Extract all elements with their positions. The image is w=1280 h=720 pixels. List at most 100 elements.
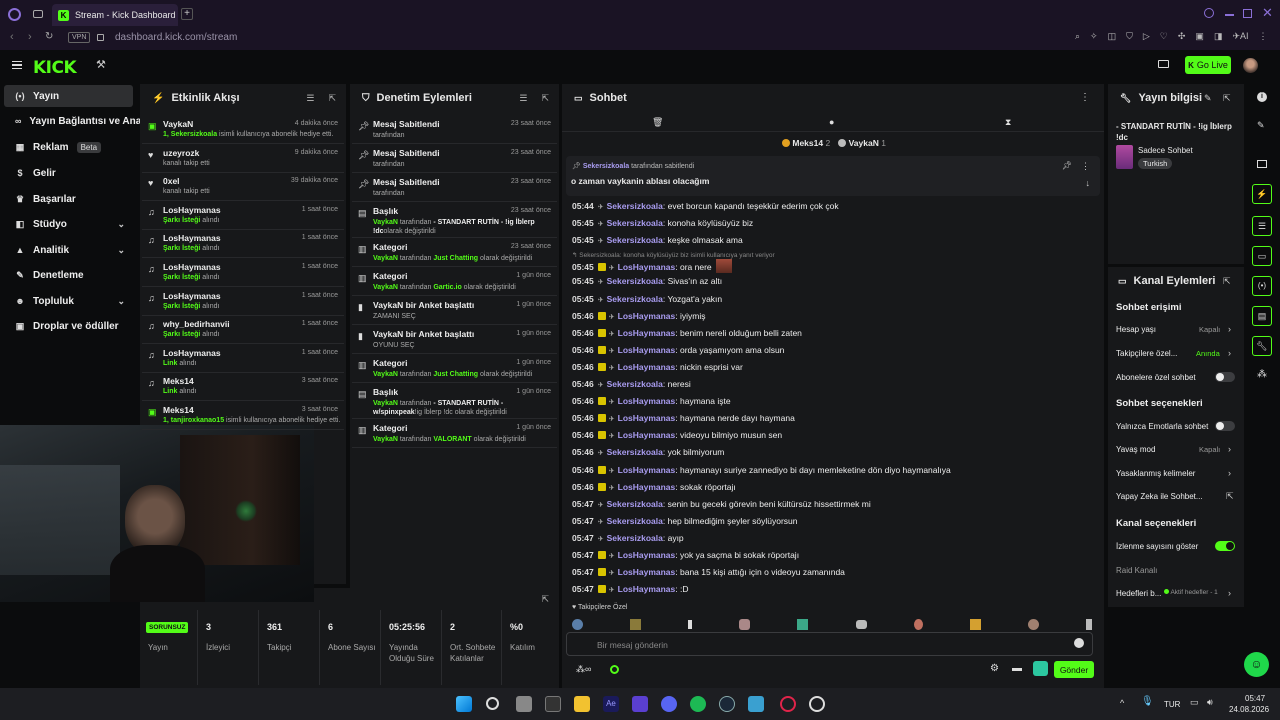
save-icon[interactable]: ◨ [1214,31,1223,42]
sidebar-item[interactable]: ♛ Başarılar [4,188,133,210]
moderation-item[interactable]: ▮ VaykaN bir Anket başlattı ZAMANI SEÇ 1 gü… [352,297,557,325]
sidebar-item[interactable]: $ Gelir [4,162,133,184]
activity-item[interactable]: ♫ why_bedirhanvii Şarkı İsteği alındı 1 saa… [142,316,344,345]
popout-icon[interactable]: ⇱ [328,93,336,104]
account-age-setting[interactable]: Hesap yaşı [1116,325,1156,334]
chat-username[interactable]: LosHaymanas [618,362,676,372]
back-icon[interactable]: ‹ [10,31,14,43]
windows-start-icon[interactable] [456,696,472,712]
shield-icon[interactable]: ⛉ [1126,31,1133,42]
chat-username[interactable]: Sekersizkoala [607,218,663,228]
moderation-item[interactable]: ▤ Başlık VaykaN tarafından - STANDART RUTİ… [352,384,557,419]
opera-gx-icon[interactable] [780,696,796,712]
chat-username[interactable]: LosHaymanas [618,482,676,492]
emote-icon[interactable] [688,619,693,629]
chat-message[interactable]: 05:45 ✈ Sekersizkoala: keşke olmasak ama [572,235,743,245]
info-icon[interactable]: i [1257,92,1267,102]
send-button[interactable]: Gönder [1054,661,1094,678]
forward-icon[interactable]: › [28,31,32,43]
sidebar-item[interactable]: ∞ Yayın Bağlantısı ve Anahtarı [4,110,163,132]
chat-options-icon[interactable]: ▬ [1012,663,1022,674]
new-tab-button[interactable]: + [181,8,193,20]
emote-icon[interactable] [739,618,751,630]
close-window-button[interactable]: ✕ [1262,5,1273,21]
chat-username[interactable]: Sekersizkoala [607,533,663,543]
mic-icon[interactable]: 🎙︎ [1141,696,1154,707]
emote-icon[interactable] [630,618,642,630]
kick-logo[interactable]: KICK [33,58,77,78]
minimize-button[interactable] [1225,14,1234,16]
emote-icon[interactable] [913,618,923,630]
chat-username[interactable]: LosHaymanas [618,550,676,560]
chat-username[interactable]: LosHaymanas [618,311,676,321]
chevron-right-icon[interactable]: › [1228,468,1231,478]
language-indicator[interactable]: TUR [1164,700,1180,709]
emote-icon[interactable] [572,618,583,630]
activity-item[interactable]: ▣ VaykaN 1, Sekersizkoala isimli kullanıcı… [142,116,344,144]
activity-item[interactable]: ♫ LosHaymanas Şarkı İsteği alındı 1 saat ön… [142,259,344,287]
chat-message[interactable]: 05:44 ✈ Sekersizkoala: evet borcun kapandı… [572,201,839,211]
moderation-item[interactable]: ▥ Kategori VaykaN tarafından Just Chatting… [352,355,557,383]
show-viewers-toggle[interactable] [1215,541,1235,551]
chat-username[interactable]: Sekersizkoala [607,201,663,211]
popout-icon[interactable]: ⇱ [1223,276,1231,287]
chat-username[interactable]: Sekersizkoala [607,235,663,245]
spotify-icon[interactable] [690,696,706,712]
unpin-icon[interactable]: 📌︎ [1062,161,1072,170]
chat-username[interactable]: Sekersizkoala [607,499,663,509]
sidebar-item[interactable]: ▲ Analitik ⌄ [4,239,133,261]
tools-icon[interactable]: ⚒ [96,58,106,71]
camera-icon[interactable]: ◫ [1108,31,1117,42]
emote-icon[interactable] [855,619,867,629]
chat-message[interactable]: 05:46 ✈ LosHaymanas: nickin esprisi var [572,362,743,372]
add-widget-icon[interactable]: ⁂ [1257,369,1267,380]
chat-username[interactable]: Sekersizkoala [607,516,663,526]
tray-chevron-icon[interactable]: ^ [1120,698,1124,708]
activity-item[interactable]: ♫ LosHaymanas Şarkı İsteği alındı 1 saat ön… [142,230,344,259]
activity-item[interactable]: ▣ Meks14 1, tanjiroxkanao15 isimli kullanı… [142,402,344,430]
chat-message[interactable]: 05:46 ✈ LosHaymanas: videoyu bilmiyo musun… [572,430,782,440]
help-button[interactable]: ☺ [1244,652,1269,677]
banned-words-setting[interactable]: Yasaklanmış kelimeler [1116,469,1195,478]
clock-time[interactable]: 05:47 [1245,694,1265,703]
zoom-icon[interactable]: ⌕ [1075,31,1080,42]
filter-icon[interactable]: ☰ [306,93,314,104]
moderation-item[interactable]: ▥ Kategori VaykaN tarafından VALORANT olar… [352,420,557,448]
emote-icon[interactable] [797,618,809,630]
ai-chat-setting[interactable]: Yapay Zeka ile Sohbet... [1116,492,1203,501]
moderation-item[interactable]: ▥ Kategori VaykaN tarafından Gartic.io ola… [352,268,557,296]
chevron-right-icon[interactable]: › [1228,588,1231,598]
popout-icon[interactable]: ⇱ [1223,93,1231,104]
sidebar-item[interactable]: ☻ Topluluk ⌄ [4,290,133,312]
activity-item[interactable]: ♫ LosHaymanas Link alındı 1 saat önce [142,345,344,373]
kick-coin-icon[interactable] [610,665,619,674]
moderation-item[interactable]: 📌︎ Mesaj Sabitlendi tarafından 23 saat önce [352,174,557,202]
emote-icon[interactable] [969,618,981,630]
task-view-icon[interactable] [516,696,532,712]
chat-username[interactable]: Sekersizkoala [607,276,663,286]
chat-username[interactable]: LosHaymanas [618,430,676,440]
chat-message[interactable]: 05:46 ✈ Sekersizkoala: neresi [572,379,691,389]
chat-username[interactable]: LosHaymanas [618,262,676,272]
chat-message[interactable]: 05:47 ✈ Sekersizkoala: hep bilmediğim şeyl… [572,516,798,526]
chat-username[interactable]: LosHaymanas [618,328,676,338]
chat-message[interactable]: 05:46 ✈ LosHaymanas: iyiymiş [572,311,706,321]
chat-username[interactable]: Sekersizkoala [607,447,663,457]
activity-item[interactable]: ♫ LosHaymanas Şarkı İsteği alındı 1 saat ön… [142,288,344,316]
chat-username[interactable]: Sekersizkoala [607,379,663,389]
expand-icon[interactable]: ↓ [1086,178,1091,188]
pinned-message[interactable]: 📌︎ Sekersizkoala tarafından sabitlendi o… [566,156,1100,196]
reload-icon[interactable]: ↻ [45,31,53,42]
volume-icon[interactable]: 🔊︎ [1207,697,1213,708]
chevron-right-icon[interactable]: › [1228,444,1231,454]
tab-switcher-icon[interactable] [33,10,43,18]
trash-icon[interactable]: 🗑︎ [652,117,663,128]
more-menu-icon[interactable]: ⋮ [1259,31,1268,42]
chat-message[interactable]: 05:47 ✈ Sekersizkoala: ayıp [572,533,684,543]
emote-picker-icon[interactable] [1033,661,1048,676]
tab-kick-dashboard[interactable]: K Stream - Kick Dashboard [52,4,178,26]
after-effects-icon[interactable]: Ae [603,696,619,712]
chat-message[interactable]: 05:47 ✈ LosHaymanas: bana 15 kişi attığı i… [572,567,845,577]
keyboard-icon[interactable] [1158,60,1169,68]
pin-menu-icon[interactable]: ⋮ [1081,161,1090,172]
